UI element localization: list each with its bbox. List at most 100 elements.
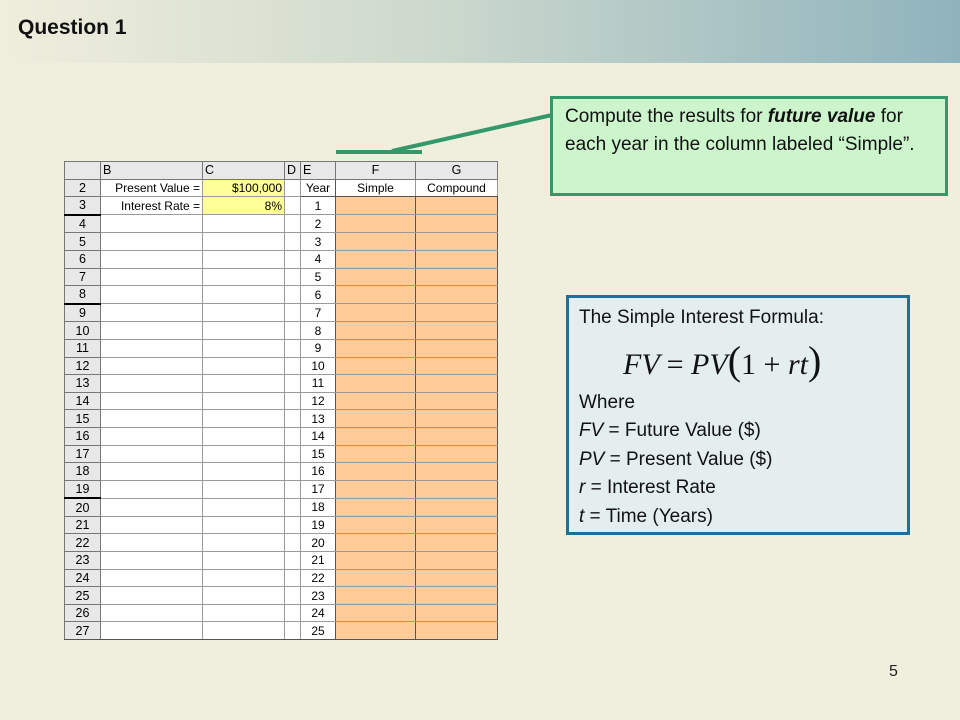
compound-cell[interactable]	[415, 196, 498, 216]
year-cell[interactable]: 13	[300, 409, 336, 428]
cell-d[interactable]	[284, 426, 301, 446]
row-header[interactable]: 25	[64, 586, 101, 605]
cell-c[interactable]	[202, 232, 285, 251]
year-cell[interactable]: 23	[300, 586, 336, 605]
simple-cell[interactable]	[335, 285, 416, 305]
compound-cell[interactable]	[415, 568, 498, 588]
compound-cell[interactable]	[415, 444, 498, 464]
cell-b[interactable]	[100, 214, 203, 234]
simple-cell[interactable]	[335, 214, 416, 234]
compound-cell[interactable]	[415, 497, 498, 517]
simple-cell[interactable]	[335, 249, 416, 269]
cell-b[interactable]	[100, 321, 203, 340]
cell-b[interactable]	[100, 338, 203, 358]
row-header[interactable]: 21	[64, 515, 101, 535]
cell-b[interactable]	[100, 551, 203, 570]
year-cell[interactable]: 12	[300, 391, 336, 411]
row-header[interactable]: 10	[64, 321, 101, 340]
simple-cell[interactable]	[335, 391, 416, 411]
simple-cell[interactable]	[335, 356, 416, 376]
year-cell[interactable]: 24	[300, 603, 336, 623]
row-header[interactable]: 15	[64, 409, 101, 428]
simple-cell[interactable]	[335, 462, 416, 481]
year-cell[interactable]: 3	[300, 232, 336, 251]
cell-b[interactable]	[100, 444, 203, 464]
present-value-label[interactable]: Present Value =	[100, 178, 203, 198]
row-header[interactable]: 27	[64, 621, 101, 641]
compound-cell[interactable]	[415, 551, 498, 570]
cell-b[interactable]	[100, 409, 203, 428]
cell-d[interactable]	[284, 462, 301, 481]
cell-b[interactable]	[100, 426, 203, 446]
year-cell[interactable]: 14	[300, 426, 336, 446]
cell-b[interactable]	[100, 285, 203, 305]
cell-c[interactable]	[202, 497, 285, 517]
row-header[interactable]: 20	[64, 497, 101, 517]
column-header-e[interactable]: E	[300, 161, 336, 180]
cell-c[interactable]	[202, 444, 285, 464]
row-header[interactable]: 6	[64, 249, 101, 269]
row-header[interactable]: 26	[64, 603, 101, 623]
cell-c[interactable]	[202, 462, 285, 481]
row-header[interactable]: 19	[64, 479, 101, 499]
simple-cell[interactable]	[335, 515, 416, 535]
cell-d[interactable]	[284, 249, 301, 269]
compound-cell[interactable]	[415, 621, 498, 641]
simple-cell[interactable]	[335, 303, 416, 323]
cell-c[interactable]	[202, 374, 285, 393]
compound-cell[interactable]	[415, 267, 498, 287]
compound-cell[interactable]	[415, 338, 498, 358]
cell-b[interactable]	[100, 462, 203, 481]
year-cell[interactable]: 5	[300, 267, 336, 287]
year-cell[interactable]: 21	[300, 551, 336, 570]
cell-d2[interactable]	[284, 178, 301, 198]
simple-cell[interactable]	[335, 586, 416, 605]
cell-c[interactable]	[202, 321, 285, 340]
corner-cell[interactable]	[64, 161, 101, 180]
cell-d[interactable]	[284, 551, 301, 570]
cell-b[interactable]	[100, 479, 203, 499]
cell-b[interactable]	[100, 374, 203, 393]
cell-d[interactable]	[284, 515, 301, 535]
cell-b[interactable]	[100, 249, 203, 269]
year-cell[interactable]: 17	[300, 479, 336, 499]
compound-cell[interactable]	[415, 515, 498, 535]
year-cell[interactable]: 25	[300, 621, 336, 641]
cell-d3[interactable]	[284, 196, 301, 216]
year-header[interactable]: Year	[300, 178, 336, 198]
simple-cell[interactable]	[335, 479, 416, 499]
cell-d[interactable]	[284, 285, 301, 305]
year-cell[interactable]: 9	[300, 338, 336, 358]
row-header[interactable]: 11	[64, 338, 101, 358]
cell-c[interactable]	[202, 356, 285, 376]
compound-cell[interactable]	[415, 533, 498, 553]
row-header[interactable]: 14	[64, 391, 101, 411]
compound-cell[interactable]	[415, 374, 498, 393]
cell-c[interactable]	[202, 409, 285, 428]
interest-rate-input[interactable]: 8%	[202, 196, 285, 216]
simple-cell[interactable]	[335, 551, 416, 570]
compound-cell[interactable]	[415, 391, 498, 411]
cell-d[interactable]	[284, 568, 301, 588]
simple-cell[interactable]	[335, 497, 416, 517]
year-cell[interactable]: 16	[300, 462, 336, 481]
year-cell[interactable]: 15	[300, 444, 336, 464]
cell-d[interactable]	[284, 586, 301, 605]
year-cell[interactable]: 2	[300, 214, 336, 234]
cell-d[interactable]	[284, 444, 301, 464]
cell-d[interactable]	[284, 533, 301, 553]
simple-cell[interactable]	[335, 232, 416, 251]
simple-cell[interactable]	[335, 568, 416, 588]
row-header[interactable]: 17	[64, 444, 101, 464]
compound-cell[interactable]	[415, 321, 498, 340]
year-cell[interactable]: 8	[300, 321, 336, 340]
cell-c[interactable]	[202, 603, 285, 623]
row-header[interactable]: 22	[64, 533, 101, 553]
cell-c[interactable]	[202, 267, 285, 287]
year-cell[interactable]: 7	[300, 303, 336, 323]
cell-c[interactable]	[202, 515, 285, 535]
cell-d[interactable]	[284, 303, 301, 323]
year-cell[interactable]: 11	[300, 374, 336, 393]
simple-header[interactable]: Simple	[335, 178, 416, 198]
cell-d[interactable]	[284, 214, 301, 234]
